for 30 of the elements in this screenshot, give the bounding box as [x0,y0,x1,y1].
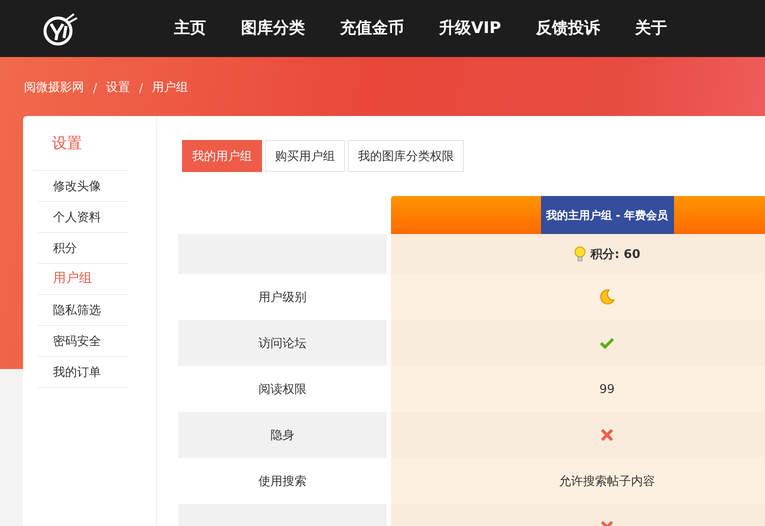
row-label: 阅读权限 [258,380,308,398]
sidebar-title: 设置 [52,134,82,154]
nav-link[interactable]: 充值金币 [340,18,404,39]
points-value: 积分: 60 [590,246,640,262]
cell-value: 允许搜索帖子内容 [559,472,655,490]
sidebar-item[interactable]: 修改头像 [38,171,128,202]
sidebar-item[interactable]: 密码安全 [38,326,128,357]
row-label: 隐身 [178,412,387,458]
breadcrumb-separator: / [93,80,98,94]
nav-link[interactable]: 升级VIP [439,18,502,39]
nav-link[interactable]: 主页 [174,18,206,39]
column-header: 我的主用户组 - 年费会员 [540,196,674,234]
breadcrumb-separator: / [139,80,144,94]
row-label: 访问论坛 [178,320,387,366]
cell-value: 99 [599,382,615,396]
nav-link[interactable]: 反馈投诉 [536,18,600,39]
sidebar-item[interactable]: 隐私筛选 [38,295,128,326]
moon-icon [599,289,615,305]
row-label: 用户级别 [258,288,308,306]
row-label: 使用搜索 [258,472,308,490]
sidebar-item[interactable]: 积分 [38,233,128,264]
tab[interactable]: 购买用户组 [265,140,345,172]
cross-icon [601,429,613,441]
lightbulb-icon [574,246,586,262]
sidebar-item[interactable]: 个人资料 [38,202,128,233]
tab[interactable]: 我的图库分类权限 [348,140,464,172]
check-icon [600,337,614,349]
nav-link[interactable]: 图库分类 [241,18,305,39]
sidebar-item[interactable]: 我的订单 [38,357,128,388]
nav-link[interactable]: 关于 [635,18,668,39]
